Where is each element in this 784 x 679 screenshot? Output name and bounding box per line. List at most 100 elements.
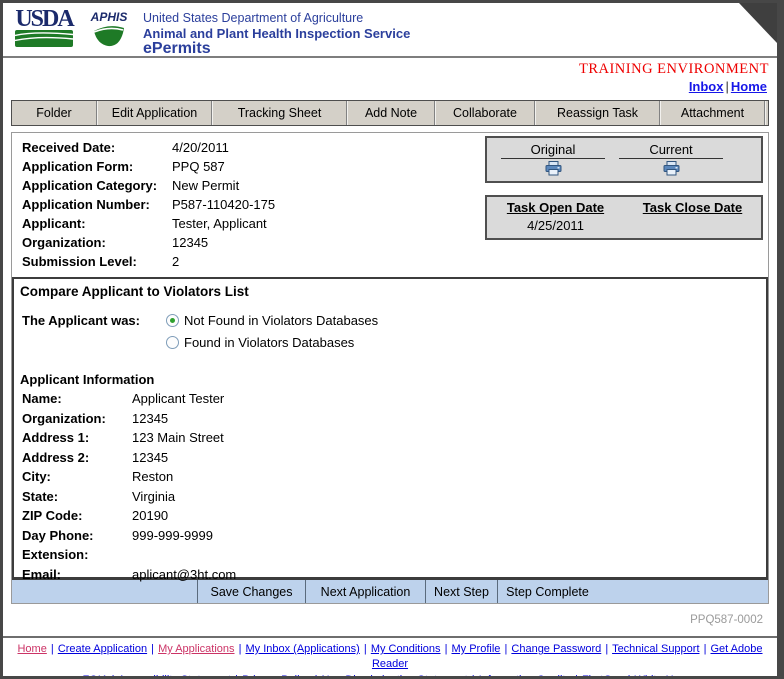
- info-value: 123 Main Street: [132, 428, 224, 448]
- applicant-info-row: Address 1:123 Main Street: [20, 428, 758, 448]
- top-nav: Inbox|Home: [3, 77, 777, 98]
- footer-link-information-quality[interactable]: Information Quality: [479, 674, 571, 679]
- footer-link-my-inbox[interactable]: My Inbox (Applications): [246, 643, 360, 655]
- info-label: State:: [20, 487, 132, 507]
- info-value: 999-999-9999: [132, 526, 213, 546]
- info-value: Virginia: [132, 487, 175, 507]
- nav-separator: |: [723, 79, 730, 94]
- footer-link-home[interactable]: Home: [17, 643, 46, 655]
- action-bar-filler: [597, 580, 768, 603]
- detail-value: 12345: [172, 233, 208, 252]
- task-open-date-header: Task Open Date: [487, 200, 624, 215]
- task-close-date-value: [624, 218, 761, 233]
- footer-link-change-password[interactable]: Change Password: [511, 643, 601, 655]
- detail-row: Submission Level:2: [16, 252, 768, 271]
- action-bar-spacer: [12, 580, 197, 603]
- next-application-button[interactable]: Next Application: [305, 580, 425, 603]
- print-versions-box: Original Current: [485, 136, 763, 183]
- applicant-info-row: Day Phone:999-999-9999: [20, 526, 758, 546]
- radio-option-found[interactable]: Found in Violators Databases: [166, 335, 378, 350]
- environment-row: TRAINING ENVIRONMENT: [3, 58, 777, 77]
- detail-label: Application Number:: [16, 195, 172, 214]
- detail-label: Submission Level:: [16, 252, 172, 271]
- info-value: Reston: [132, 467, 173, 487]
- print-original-column: Original: [501, 142, 605, 179]
- agency-line1: United States Department of Agriculture: [143, 11, 410, 26]
- detail-label: Application Category:: [16, 176, 172, 195]
- home-link[interactable]: Home: [731, 79, 767, 94]
- page-code-row: PPQ587-0002: [3, 604, 777, 628]
- footer-separator: |: [50, 643, 55, 655]
- tab-reassign-task[interactable]: Reassign Task: [535, 101, 660, 125]
- applicant-info-row: Extension:: [20, 545, 758, 565]
- action-bar: Save Changes Next Application Next Step …: [12, 579, 768, 603]
- aphis-logo-text: APHIS: [87, 11, 131, 24]
- footer-link-foia[interactable]: FOIA: [83, 674, 108, 679]
- next-step-button[interactable]: Next Step: [425, 580, 497, 603]
- print-current-icon printer-icon[interactable]: [663, 161, 680, 179]
- radio-found-unselected[interactable]: [166, 336, 179, 349]
- detail-value: P587-110420-175: [172, 195, 275, 214]
- radio-found-label: Found in Violators Databases: [184, 335, 354, 350]
- tab-edit-application[interactable]: Edit Application: [97, 101, 212, 125]
- step-complete-button[interactable]: Step Complete: [497, 580, 597, 603]
- tab-tracking-sheet[interactable]: Tracking Sheet: [212, 101, 347, 125]
- print-original-icon printer-icon[interactable]: [545, 161, 562, 179]
- violators-radio-group: Not Found in Violators Databases Found i…: [166, 313, 378, 357]
- footer-separator: |: [574, 674, 579, 679]
- task-tab-strip: Folder Edit Application Tracking Sheet A…: [11, 100, 769, 126]
- info-value: 12345: [132, 409, 168, 429]
- detail-label: Received Date:: [16, 138, 172, 157]
- footer-separator: |: [111, 674, 116, 679]
- info-value: Applicant Tester: [132, 389, 224, 409]
- footer-separator: |: [363, 643, 368, 655]
- tab-collaborate[interactable]: Collaborate: [435, 101, 535, 125]
- tab-add-note[interactable]: Add Note: [347, 101, 435, 125]
- footer: Home | Create Application | My Applicati…: [3, 636, 777, 679]
- radio-option-not-found[interactable]: Not Found in Violators Databases: [166, 313, 378, 328]
- footer-link-privacy-policy[interactable]: Privacy Policy: [242, 674, 310, 679]
- footer-separator: |: [314, 674, 319, 679]
- footer-link-technical-support[interactable]: Technical Support: [612, 643, 699, 655]
- footer-link-my-profile[interactable]: My Profile: [452, 643, 501, 655]
- footer-separator: |: [627, 674, 632, 679]
- original-label: Original: [501, 142, 605, 159]
- tab-attachment[interactable]: Attachment: [660, 101, 765, 125]
- detail-value: Tester, Applicant: [172, 214, 267, 233]
- radio-not-found-selected[interactable]: [166, 314, 179, 327]
- radio-not-found-label: Not Found in Violators Databases: [184, 313, 378, 328]
- info-label: Address 1:: [20, 428, 132, 448]
- info-label: Day Phone:: [20, 526, 132, 546]
- footer-link-non-discrimination-statement[interactable]: Non-Discrimination Statement: [322, 674, 468, 679]
- task-dates-box: Task Open Date Task Close Date 4/25/2011: [485, 195, 763, 240]
- applicant-info-row: ZIP Code:20190: [20, 506, 758, 526]
- footer-separator: |: [604, 643, 609, 655]
- epermits-window: USDA APHIS United States Department of A…: [0, 0, 784, 679]
- footer-separator: |: [150, 643, 155, 655]
- footer-link-white-house[interactable]: White House: [634, 674, 697, 679]
- footer-separator: |: [444, 643, 449, 655]
- task-main-panel: Received Date:4/20/2011 Application Form…: [11, 132, 769, 604]
- aphis-logo: APHIS: [87, 8, 131, 51]
- footer-separator: |: [471, 674, 476, 679]
- info-label: ZIP Code:: [20, 506, 132, 526]
- footer-link-firstgov[interactable]: FirstGov: [582, 674, 624, 679]
- info-label: Organization:: [20, 409, 132, 429]
- tab-folder[interactable]: Folder: [12, 101, 97, 125]
- tab-strip-filler: [765, 101, 768, 125]
- footer-link-my-conditions[interactable]: My Conditions: [371, 643, 441, 655]
- detail-value: 4/20/2011: [172, 138, 229, 157]
- info-label: Address 2:: [20, 448, 132, 468]
- detail-label: Applicant:: [16, 214, 172, 233]
- detail-label: Organization:: [16, 233, 172, 252]
- applicant-info-row: City:Reston: [20, 467, 758, 487]
- detail-value: PPQ 587: [172, 157, 225, 176]
- inbox-link[interactable]: Inbox: [689, 79, 724, 94]
- save-changes-button[interactable]: Save Changes: [197, 580, 305, 603]
- footer-separator: |: [503, 643, 508, 655]
- footer-link-my-applications[interactable]: My Applications: [158, 643, 234, 655]
- footer-link-accessibility-statement[interactable]: Accessibility Statement: [118, 674, 231, 679]
- footer-link-create-application[interactable]: Create Application: [58, 643, 147, 655]
- print-current-column: Current: [619, 142, 723, 179]
- applicant-info-row: State:Virginia: [20, 487, 758, 507]
